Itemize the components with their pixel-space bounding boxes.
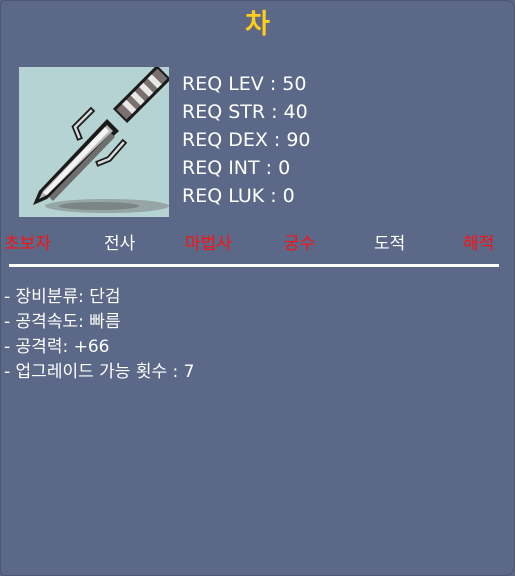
req-dex: REQ DEX : 90	[182, 129, 311, 151]
req-int: REQ INT : 0	[182, 157, 291, 179]
item-description: - 장비분류: 단검 - 공격속도: 빠름 - 공격력: +66 - 업그레이드…	[4, 285, 194, 385]
equipment-type: - 장비분류: 단검	[4, 287, 121, 307]
class-thief: 도적	[374, 234, 406, 254]
req-str: REQ STR : 40	[182, 101, 308, 123]
class-magician: 마법사	[185, 234, 232, 254]
class-bowman: 궁수	[284, 234, 316, 254]
attack-speed: - 공격속도: 빠름	[4, 312, 121, 332]
requirements-list: REQ LEV : 50 REQ STR : 40 REQ DEX : 90 R…	[182, 70, 311, 210]
attack-power: - 공격력: +66	[4, 337, 110, 357]
item-icon-frame	[19, 67, 169, 217]
class-pirate: 해적	[463, 234, 495, 254]
dagger-sprite-icon	[33, 67, 169, 213]
req-level: REQ LEV : 50	[182, 73, 307, 95]
item-name: 차	[245, 9, 270, 40]
class-restrictions: 초보자 전사 마법사 궁수 도적 해적	[0, 230, 515, 260]
upgrade-slots: - 업그레이드 가능 횟수 : 7	[4, 362, 195, 382]
req-luk: REQ LUK : 0	[182, 185, 295, 207]
class-warrior: 전사	[104, 234, 136, 254]
section-divider	[9, 264, 499, 267]
class-beginner: 초보자	[4, 234, 51, 254]
